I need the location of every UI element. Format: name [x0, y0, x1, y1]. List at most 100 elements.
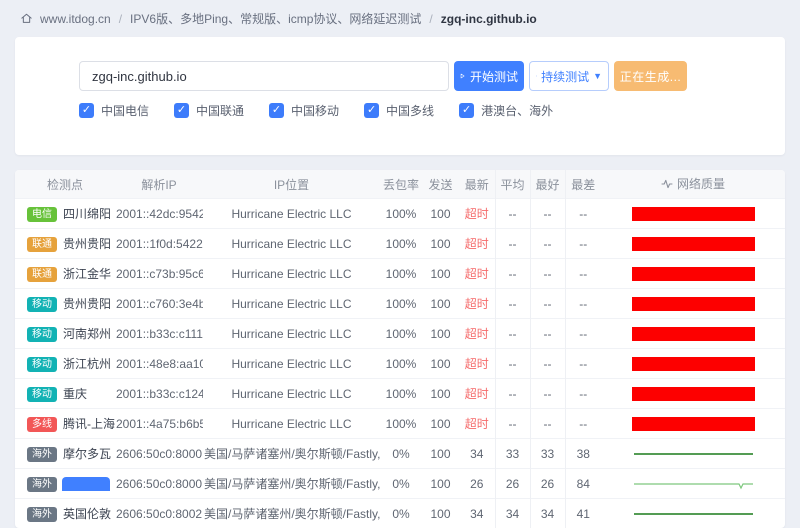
isp-badge: 联通: [27, 267, 57, 283]
cell-latest: 超时: [459, 409, 495, 439]
breadcrumb-separator: /: [119, 12, 122, 26]
checkbox-checked-icon: ✓: [269, 103, 284, 118]
isp-badge: 移动: [27, 387, 57, 403]
isp-checkbox-0[interactable]: ✓中国电信: [79, 102, 149, 119]
cell-loss: 100%: [380, 409, 422, 439]
results-table-card: 检测点解析IPIP位置丢包率发送最新平均最好最差网络质量 电信四川绵阳2001:…: [15, 170, 785, 528]
cell-loss: 0%: [380, 439, 422, 469]
cell-latest: 超时: [459, 379, 495, 409]
quality-header: 网络质量: [661, 175, 725, 192]
cell-latest: 超时: [459, 319, 495, 349]
cell-latest: 34: [459, 499, 495, 528]
latency-sparkline: [632, 477, 755, 491]
cell-sent: 100: [422, 199, 459, 229]
node-location: 河南郑州: [63, 327, 111, 341]
cell-quality: [601, 259, 785, 289]
cell-loss: 100%: [380, 319, 422, 349]
cell-worst: --: [565, 289, 601, 319]
host-input[interactable]: [79, 61, 449, 91]
node-location: 贵州贵阳: [63, 297, 111, 311]
start-test-label: 开始测试: [470, 68, 518, 85]
table-row: 移动浙江杭州2001::48e8:aa10Hurricane Electric …: [15, 349, 785, 379]
generating-label: 正在生成...: [620, 68, 682, 85]
cell-latest: 超时: [459, 259, 495, 289]
partial-start-button[interactable]: [62, 477, 110, 491]
cell-best: --: [530, 229, 565, 259]
cell-ip-location: Hurricane Electric LLC: [203, 229, 380, 259]
cell-resolved-ip: 2606:50c0:8002::153: [115, 499, 203, 528]
cell-quality: [601, 319, 785, 349]
isp-badge: 联通: [27, 237, 57, 253]
cell-latest: 34: [459, 439, 495, 469]
cell-worst: --: [565, 259, 601, 289]
cell-sent: 100: [422, 499, 459, 528]
cell-quality: [601, 379, 785, 409]
packet-loss-bar: [632, 327, 755, 341]
cell-best: 26: [530, 469, 565, 499]
isp-badge: 移动: [27, 357, 57, 373]
node-location: 腾讯-上海: [63, 417, 115, 431]
checkbox-checked-icon: ✓: [174, 103, 189, 118]
latency-sparkline: [632, 447, 755, 461]
col-resolved-ip: 解析IP: [115, 170, 203, 199]
results-table-body: 电信四川绵阳2001::42dc:9542Hurricane Electric …: [15, 199, 785, 528]
cell-sent: 100: [422, 439, 459, 469]
cell-best: 34: [530, 499, 565, 528]
breadcrumb-section: IPV6版、多地Ping、常规版、icmp协议、网络延迟测试: [130, 10, 421, 27]
cell-node: 移动重庆: [15, 379, 115, 409]
cell-sent: 100: [422, 349, 459, 379]
continuous-test-button[interactable]: 持续测试 ▼: [529, 61, 609, 91]
table-row: 移动重庆2001::b33c:c124Hurricane Electric LL…: [15, 379, 785, 409]
col-avg: 平均: [495, 170, 530, 199]
table-row: 移动贵州贵阳2001::c760:3e4bHurricane Electric …: [15, 289, 785, 319]
cell-quality: [601, 499, 785, 528]
isp-badge: 电信: [27, 207, 57, 223]
cell-loss: 0%: [380, 469, 422, 499]
cell-node: 移动贵州贵阳: [15, 289, 115, 319]
breadcrumb: www.itdog.cn / IPV6版、多地Ping、常规版、icmp协议、网…: [0, 0, 800, 27]
cell-worst: --: [565, 229, 601, 259]
isp-checkbox-group: ✓中国电信 ✓ 中国联通 ✓中国移动 ✓中国多线 ✓港澳台、海外: [79, 102, 785, 119]
isp-checkbox-1[interactable]: ✓ 中国联通: [174, 102, 244, 119]
start-test-button[interactable]: 开始测试: [454, 61, 524, 91]
packet-loss-bar: [632, 387, 755, 401]
breadcrumb-target: zgq-inc.github.io: [441, 12, 537, 26]
cell-ip-location: Hurricane Electric LLC: [203, 319, 380, 349]
isp-badge: 移动: [27, 297, 57, 313]
cell-sent: 100: [422, 409, 459, 439]
cell-latest: 超时: [459, 349, 495, 379]
cell-avg: 26: [495, 469, 530, 499]
cell-ip-location: 美国/马萨诸塞州/奥尔斯顿/Fastly, Inc.: [203, 469, 380, 499]
cell-worst: 38: [565, 439, 601, 469]
header-row: 检测点解析IPIP位置丢包率发送最新平均最好最差网络质量: [15, 170, 785, 199]
isp-badge: 海外: [27, 447, 57, 463]
cell-avg: --: [495, 349, 530, 379]
repeat-icon: [536, 70, 537, 82]
cell-ip-location: Hurricane Electric LLC: [203, 349, 380, 379]
node-location: 重庆: [63, 387, 87, 401]
cell-quality: [601, 409, 785, 439]
isp-badge: 多线: [27, 417, 57, 433]
cell-avg: --: [495, 259, 530, 289]
continuous-test-label: 持续测试: [541, 68, 589, 85]
cell-avg: --: [495, 379, 530, 409]
cell-resolved-ip: 2001::1f0d:5422: [115, 229, 203, 259]
cell-loss: 100%: [380, 199, 422, 229]
isp-checkbox-2[interactable]: ✓中国移动: [269, 102, 339, 119]
checkbox-checked-icon: ✓: [364, 103, 379, 118]
cell-worst: --: [565, 319, 601, 349]
breadcrumb-site[interactable]: www.itdog.cn: [40, 12, 111, 26]
isp-checkbox-label: 中国联通: [196, 102, 244, 119]
cell-resolved-ip: 2606:50c0:8000::153: [115, 469, 203, 499]
isp-checkbox-4[interactable]: ✓港澳台、海外: [459, 102, 553, 119]
isp-checkbox-3[interactable]: ✓中国多线: [364, 102, 434, 119]
table-row: 海外摩尔多瓦2606:50c0:8000::153美国/马萨诸塞州/奥尔斯顿/F…: [15, 439, 785, 469]
cell-node: 联通浙江金华: [15, 259, 115, 289]
cell-quality: [601, 349, 785, 379]
quality-header-label: 网络质量: [677, 175, 725, 192]
cell-quality: [601, 229, 785, 259]
cell-resolved-ip: 2001::c760:3e4b: [115, 289, 203, 319]
cell-ip-location: Hurricane Electric LLC: [203, 199, 380, 229]
node-location: 浙江金华: [63, 267, 111, 281]
breadcrumb-separator: /: [429, 12, 432, 26]
